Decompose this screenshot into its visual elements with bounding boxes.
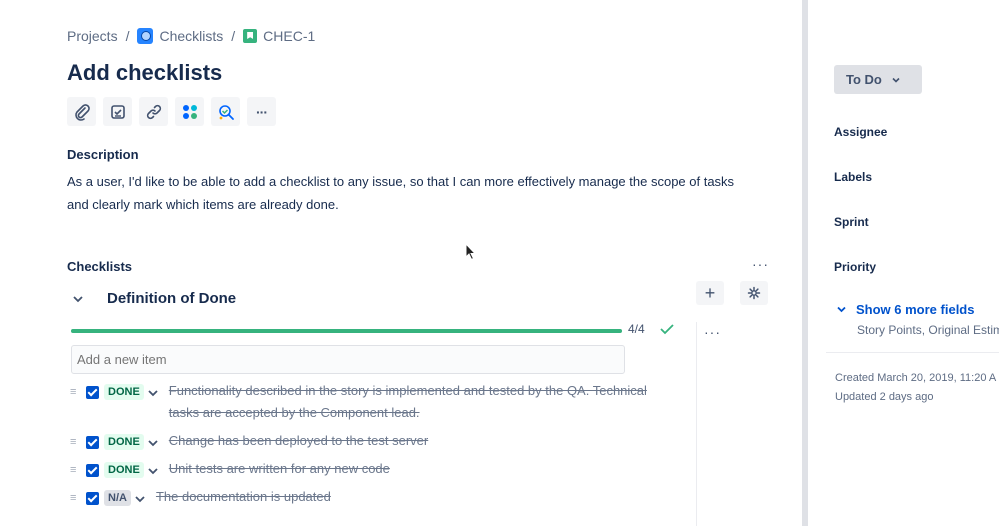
show-more-fields-button[interactable]: Show 6 more fields xyxy=(836,302,974,317)
breadcrumb: Projects / Checklists / CHEC-1 xyxy=(67,28,315,44)
field-priority: Priority xyxy=(834,260,877,274)
item-checkbox[interactable] xyxy=(86,492,99,505)
drag-handle-icon[interactable]: ≡ xyxy=(70,492,80,504)
create-subtask-button[interactable] xyxy=(103,97,132,126)
apps-icon xyxy=(182,104,197,119)
breadcrumb-projects[interactable]: Projects xyxy=(67,28,118,44)
status-chevron-icon[interactable] xyxy=(134,493,146,505)
issue-sidebar: To Do Assignee Labels Sprint Priority Sh… xyxy=(808,0,999,526)
item-text[interactable]: The documentation is updated xyxy=(156,486,331,508)
chevron-down-icon xyxy=(892,77,900,83)
checklist-item[interactable]: ≡ DONE Functionality described in the st… xyxy=(70,383,669,424)
sidebar-divider xyxy=(826,352,999,353)
breadcrumb-issue-key: CHEC-1 xyxy=(263,28,316,44)
add-item-input[interactable] xyxy=(71,345,625,374)
drag-handle-icon[interactable]: ≡ xyxy=(70,436,80,448)
subtask-icon xyxy=(110,104,125,119)
status-badge[interactable]: N/A xyxy=(104,490,131,506)
status-chevron-icon[interactable] xyxy=(147,465,159,477)
checklist-app-icon xyxy=(218,104,234,120)
breadcrumb-issue[interactable]: CHEC-1 xyxy=(243,28,315,44)
breadcrumb-separator: / xyxy=(231,28,236,44)
apps-button[interactable] xyxy=(175,97,204,126)
field-labels: Labels xyxy=(834,170,873,184)
show-more-label: Show 6 more fields xyxy=(856,302,975,317)
issue-main-panel: Projects / Checklists / CHEC-1 Add check… xyxy=(0,0,800,526)
updated-date[interactable]: Updated 2 days ago xyxy=(835,391,933,403)
gear-icon xyxy=(747,286,761,300)
breadcrumb-project[interactable]: Checklists xyxy=(137,28,223,44)
field-assignee: Assignee xyxy=(834,125,888,139)
items-menu-button[interactable]: ··· xyxy=(704,324,721,340)
created-date: Created March 20, 2019, 11:20 A xyxy=(835,372,997,384)
attach-icon xyxy=(74,103,90,121)
checklist-app-button[interactable] xyxy=(211,97,240,126)
drag-handle-icon[interactable]: ≡ xyxy=(70,386,80,398)
checklist-settings-button[interactable] xyxy=(740,281,768,305)
item-checkbox[interactable] xyxy=(86,464,99,477)
description-text[interactable]: As a user, I'd like to be able to add a … xyxy=(67,170,757,216)
issue-title[interactable]: Add checklists xyxy=(67,60,222,86)
link-issue-button[interactable] xyxy=(139,97,168,126)
project-avatar-icon xyxy=(137,28,154,44)
progress-count: 4/4 xyxy=(628,322,645,336)
collapse-chevron-icon[interactable] xyxy=(71,292,85,306)
attach-button[interactable] xyxy=(67,97,96,126)
checklists-more-button[interactable]: ··· xyxy=(752,256,769,272)
breadcrumb-separator: / xyxy=(125,28,130,44)
item-checkbox[interactable] xyxy=(86,436,99,449)
checklist-item[interactable]: ≡ N/A The documentation is updated xyxy=(70,489,331,508)
hidden-fields-list: Story Points, Original Estima xyxy=(857,323,999,337)
item-text[interactable]: Unit tests are written for any new code xyxy=(169,458,390,480)
checklists-label: Checklists xyxy=(67,259,133,274)
breadcrumb-project-label: Checklists xyxy=(159,28,224,44)
progress-bar xyxy=(71,329,622,333)
item-text[interactable]: Change has been deployed to the test ser… xyxy=(169,430,428,452)
status-badge[interactable]: DONE xyxy=(104,462,144,478)
more-icon: ··· xyxy=(256,103,268,120)
checklist-item[interactable]: ≡ DONE Unit tests are written for any ne… xyxy=(70,461,390,480)
status-badge[interactable]: DONE xyxy=(104,384,144,400)
drag-handle-icon[interactable]: ≡ xyxy=(70,464,80,476)
column-divider xyxy=(696,322,697,526)
issue-toolbar: ··· xyxy=(67,97,276,126)
status-dropdown[interactable]: To Do xyxy=(834,65,922,94)
status-badge[interactable]: DONE xyxy=(104,434,144,450)
status-chevron-icon[interactable] xyxy=(147,437,159,449)
story-type-icon xyxy=(243,29,258,43)
mouse-cursor-icon xyxy=(465,243,477,261)
plus-icon: + xyxy=(704,282,716,303)
checklist-item[interactable]: ≡ DONE Change has been deployed to the t… xyxy=(70,433,428,452)
complete-check-icon xyxy=(660,324,674,335)
description-label: Description xyxy=(67,147,139,162)
link-issue-icon xyxy=(146,104,161,119)
item-text[interactable]: Functionality described in the story is … xyxy=(169,380,669,424)
checklist-title[interactable]: Definition of Done xyxy=(107,290,236,307)
field-sprint: Sprint xyxy=(834,215,869,229)
more-actions-button[interactable]: ··· xyxy=(247,97,276,126)
status-label: To Do xyxy=(846,72,882,87)
chevron-down-icon xyxy=(837,306,846,313)
progress-bar-fill xyxy=(71,329,622,333)
status-chevron-icon[interactable] xyxy=(147,387,159,399)
item-checkbox[interactable] xyxy=(86,386,99,399)
add-checklist-button[interactable]: + xyxy=(696,281,724,305)
